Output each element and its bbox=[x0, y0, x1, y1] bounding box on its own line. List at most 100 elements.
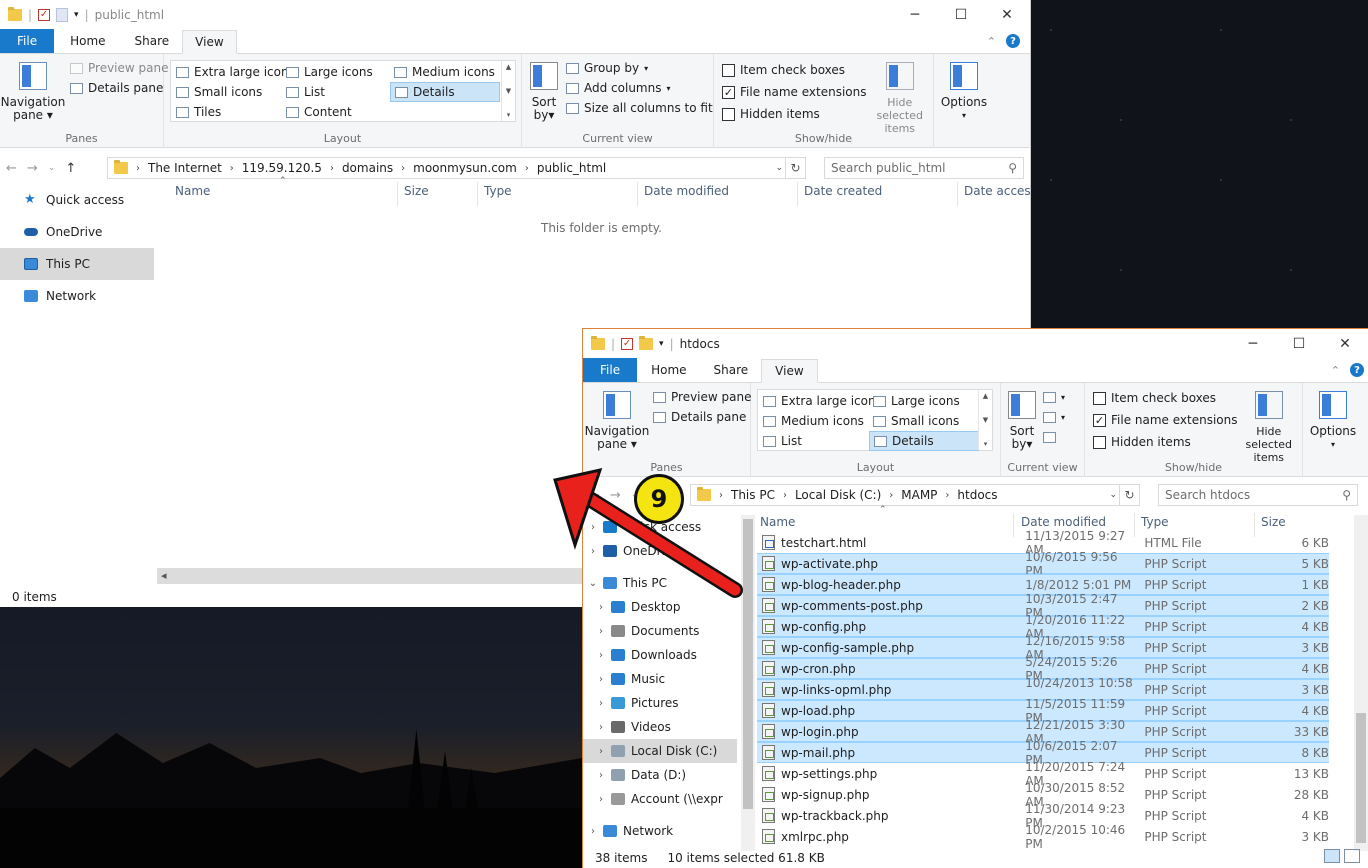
forward-button[interactable]: → bbox=[610, 488, 621, 503]
properties-icon[interactable]: ✓ bbox=[621, 338, 634, 350]
crumb[interactable]: MAMP bbox=[901, 488, 937, 502]
tab-file[interactable]: File bbox=[0, 29, 55, 53]
new-folder-icon[interactable] bbox=[56, 8, 69, 22]
layout-tiles[interactable]: Tiles bbox=[172, 102, 282, 122]
tab-home[interactable]: Home bbox=[637, 358, 700, 382]
layout-details[interactable]: Details bbox=[869, 431, 979, 451]
file-row[interactable]: wp-activate.php 10/6/2015 9:56 PM PHP Scri… bbox=[757, 550, 1329, 578]
layout-gallery-scroll[interactable]: ▲ ▼ ▾ bbox=[501, 61, 515, 121]
crumb[interactable]: moonmysun.com bbox=[413, 161, 517, 175]
size-columns-button[interactable]: Size all columns to fit bbox=[566, 98, 713, 118]
layout-list[interactable]: List bbox=[282, 82, 390, 102]
recent-locations-button[interactable]: ⌄ bbox=[48, 163, 56, 173]
tab-share[interactable]: Share bbox=[701, 358, 762, 382]
tab-file[interactable]: File bbox=[583, 358, 638, 382]
layout-medium-icons[interactable]: Medium icons bbox=[759, 411, 869, 431]
expand-chevron-icon[interactable]: › bbox=[591, 626, 611, 637]
expand-chevron-icon[interactable]: › bbox=[591, 722, 611, 733]
column-name[interactable]: Name bbox=[175, 184, 210, 204]
column-date-accessed[interactable]: Date accessed bbox=[964, 184, 1030, 204]
help-icon[interactable]: ? bbox=[1006, 34, 1020, 48]
column-separator[interactable] bbox=[797, 182, 798, 206]
back-button[interactable]: ← bbox=[6, 161, 17, 176]
maximize-button[interactable]: ☐ bbox=[1276, 329, 1322, 359]
tab-home[interactable]: Home bbox=[54, 29, 121, 53]
options-button[interactable]: Options ▾ bbox=[1307, 387, 1359, 451]
address-bar[interactable]: › The Internet › 119.59.120.5 › domains … bbox=[107, 157, 806, 179]
nav-network[interactable]: Network bbox=[0, 280, 157, 312]
forward-button[interactable]: → bbox=[27, 161, 38, 176]
nav-item[interactable]: › Account (\\expr bbox=[583, 787, 737, 811]
layout-gallery-scroll[interactable]: ▲ ▼ ▾ bbox=[978, 390, 992, 450]
layout-large-icons[interactable]: Large icons bbox=[282, 62, 390, 82]
expand-chevron-icon[interactable]: › bbox=[591, 746, 611, 757]
expand-chevron-icon[interactable]: › bbox=[591, 770, 611, 781]
file-extensions-checkbox[interactable]: ✓ bbox=[1093, 413, 1106, 427]
layout-details[interactable]: Details bbox=[390, 82, 500, 102]
crumb[interactable]: domains bbox=[342, 161, 393, 175]
collapse-ribbon-icon[interactable]: ⌃ bbox=[1331, 364, 1340, 377]
crumb[interactable]: Local Disk (C:) bbox=[795, 488, 881, 502]
nav-item[interactable]: ⌄ This PC bbox=[583, 571, 737, 595]
file-list-scrollbar[interactable] bbox=[1354, 515, 1368, 851]
nav-item[interactable]: › Music bbox=[583, 667, 737, 691]
expand-chevron-icon[interactable]: › bbox=[583, 546, 603, 557]
column-name[interactable]: Name bbox=[760, 515, 795, 533]
crumb[interactable]: This PC bbox=[731, 488, 775, 502]
crumb[interactable]: public_html bbox=[537, 161, 606, 175]
customize-qat-icon[interactable]: ▾ bbox=[74, 10, 79, 20]
group-by-button[interactable]: ▾ bbox=[1043, 387, 1065, 407]
new-folder-icon[interactable] bbox=[639, 336, 654, 350]
crumb[interactable]: htdocs bbox=[957, 488, 997, 502]
item-checkboxes-checkbox[interactable] bbox=[722, 63, 735, 77]
hidden-items-checkbox[interactable] bbox=[1093, 435, 1106, 449]
item-checkboxes-toggle[interactable]: Item check boxes bbox=[722, 59, 867, 81]
tab-view[interactable]: View bbox=[761, 359, 818, 383]
size-columns-button[interactable] bbox=[1043, 427, 1065, 447]
details-view-icon[interactable] bbox=[1324, 849, 1340, 863]
hidden-items-toggle[interactable]: Hidden items bbox=[1093, 431, 1238, 453]
customize-qat-icon[interactable]: ▾ bbox=[659, 339, 664, 349]
expand-chevron-icon[interactable]: › bbox=[591, 674, 611, 685]
expand-chevron-icon[interactable]: › bbox=[591, 794, 611, 805]
add-columns-button[interactable]: ▾ bbox=[1043, 407, 1065, 427]
expand-chevron-icon[interactable]: › bbox=[583, 522, 603, 533]
scroll-thumb[interactable] bbox=[743, 519, 753, 809]
options-button[interactable]: Options ▾ bbox=[938, 58, 990, 122]
nav-this-pc[interactable]: This PC bbox=[0, 248, 154, 280]
group-by-button[interactable]: Group by ▾ bbox=[566, 58, 713, 78]
nav-quick-access[interactable]: ★ Quick access bbox=[0, 184, 157, 216]
layout-extra-large-icons[interactable]: Extra large icons bbox=[759, 391, 882, 411]
file-row[interactable]: xmlrpc.php 10/2/2015 10:46 PM PHP Script 3 … bbox=[757, 823, 1329, 851]
nav-item[interactable]: › Network bbox=[583, 819, 737, 843]
expand-chevron-icon[interactable]: › bbox=[583, 826, 603, 837]
up-button[interactable]: ↑ bbox=[65, 161, 76, 176]
column-separator[interactable] bbox=[397, 182, 398, 206]
item-checkboxes-checkbox[interactable] bbox=[1093, 391, 1106, 405]
nav-onedrive[interactable]: OneDrive bbox=[0, 216, 157, 248]
nav-item[interactable]: › Downloads bbox=[583, 643, 737, 667]
nav-item[interactable]: › Desktop bbox=[583, 595, 737, 619]
address-dropdown-icon[interactable]: ⌄ bbox=[775, 163, 783, 173]
add-columns-button[interactable]: Add columns ▾ bbox=[566, 78, 713, 98]
hide-selected-items-button[interactable]: Hide selected items bbox=[1244, 387, 1295, 464]
column-separator[interactable] bbox=[477, 182, 478, 206]
refresh-button[interactable]: ↻ bbox=[785, 158, 805, 178]
column-separator[interactable] bbox=[957, 182, 958, 206]
minimize-button[interactable]: ─ bbox=[1230, 329, 1276, 359]
layout-list[interactable]: List bbox=[759, 431, 869, 451]
maximize-button[interactable]: ☐ bbox=[938, 0, 984, 30]
navigation-pane-scrollbar[interactable] bbox=[741, 515, 755, 851]
close-button[interactable]: ✕ bbox=[984, 0, 1030, 30]
crumb[interactable]: 119.59.120.5 bbox=[242, 161, 322, 175]
help-icon[interactable]: ? bbox=[1350, 363, 1364, 377]
navigation-pane-button[interactable]: Navigation pane ▾ bbox=[585, 387, 649, 451]
crumb[interactable]: The Internet bbox=[148, 161, 222, 175]
column-size[interactable]: Size bbox=[404, 184, 429, 204]
column-date-created[interactable]: Date created bbox=[804, 184, 882, 204]
hidden-items-toggle[interactable]: Hidden items bbox=[722, 103, 867, 125]
file-extensions-toggle[interactable]: ✓ File name extensions bbox=[722, 81, 867, 103]
large-icons-view-icon[interactable] bbox=[1344, 849, 1360, 863]
details-pane-button[interactable]: Details pane bbox=[70, 78, 168, 98]
nav-item[interactable]: › Data (D:) bbox=[583, 763, 737, 787]
